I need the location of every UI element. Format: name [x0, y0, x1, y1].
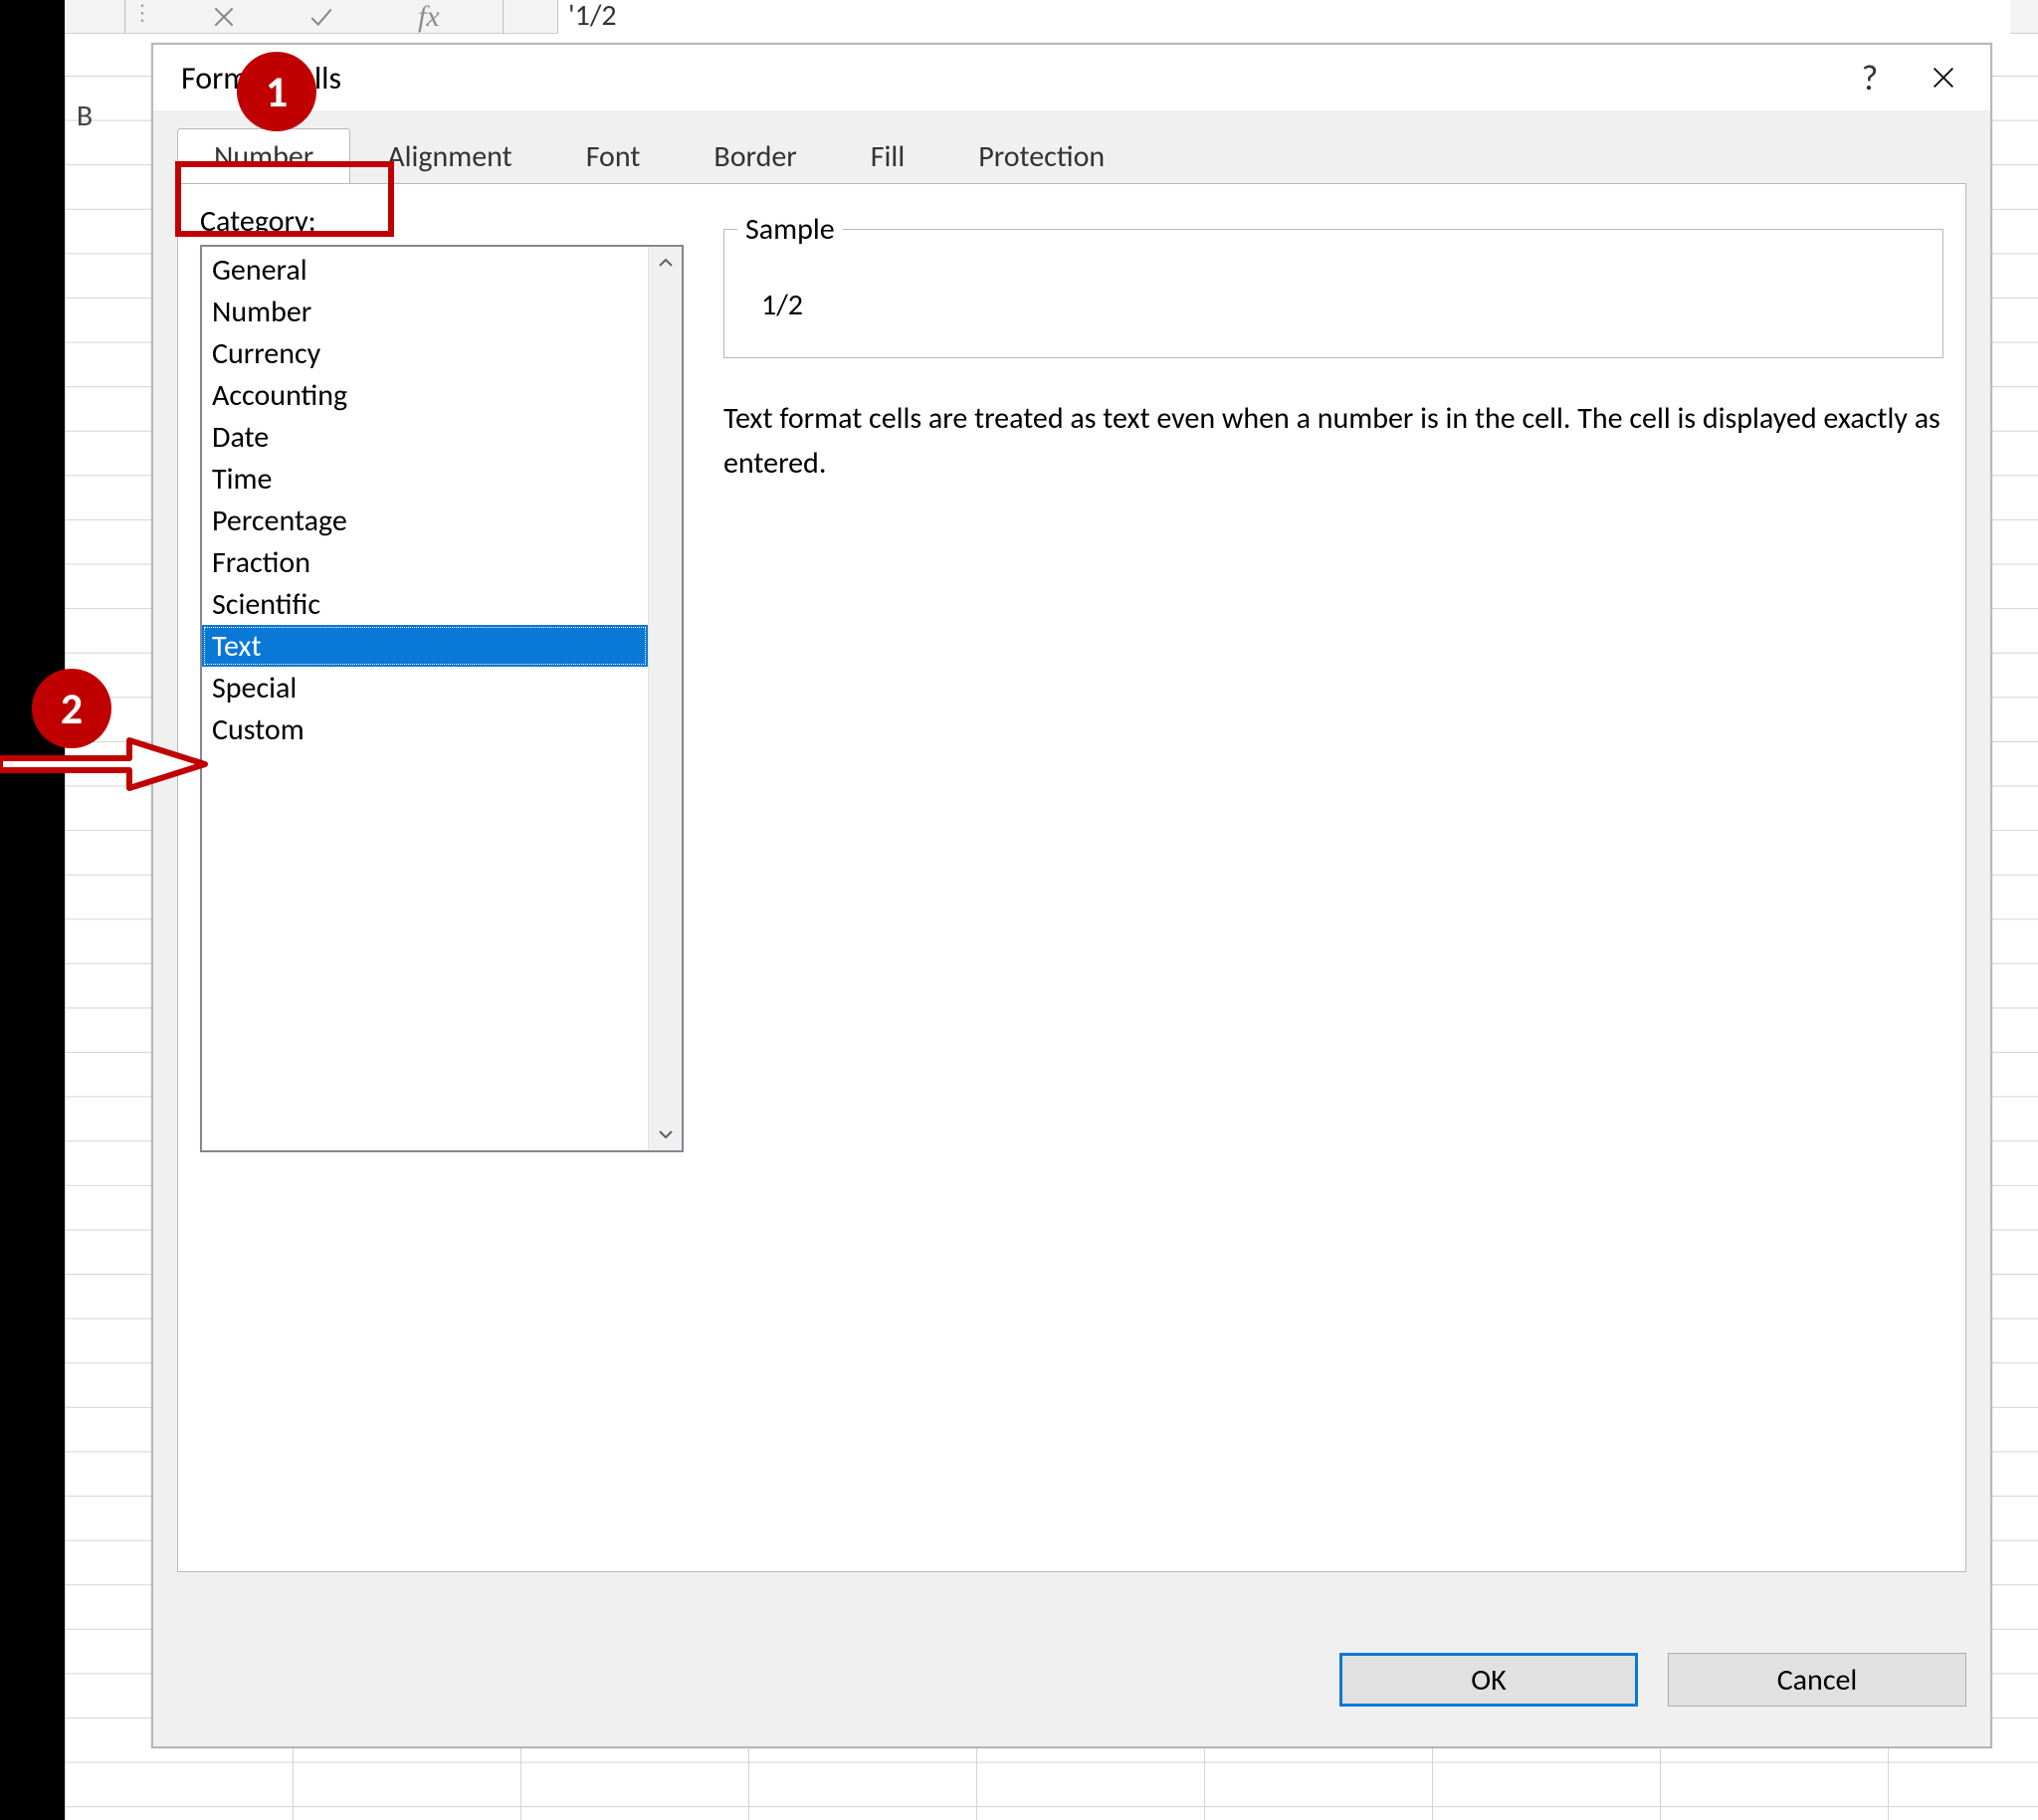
- tab-border[interactable]: Border: [677, 128, 833, 184]
- insert-function-button[interactable]: fx: [418, 0, 440, 34]
- dialog-title: Format Cells: [181, 59, 341, 98]
- category-description: Text format cells are treated as text ev…: [723, 396, 1943, 486]
- help-button[interactable]: ?: [1833, 48, 1907, 107]
- category-item-date[interactable]: Date: [202, 416, 648, 458]
- close-button[interactable]: [1907, 48, 1980, 107]
- category-label: Category:: [200, 203, 316, 240]
- cancel-button[interactable]: Cancel: [1668, 1653, 1966, 1707]
- sample-value: 1/2: [761, 287, 803, 323]
- category-item-percentage[interactable]: Percentage: [202, 500, 648, 541]
- sample-legend: Sample: [737, 211, 843, 248]
- tab-font[interactable]: Font: [549, 128, 678, 184]
- dialog-button-bar: OK Cancel: [153, 1637, 1990, 1746]
- listbox-scrollbar[interactable]: [648, 247, 682, 1150]
- category-item-custom[interactable]: Custom: [202, 708, 648, 750]
- dialog-tabs: Number Alignment Font Border Fill Protec…: [153, 119, 1990, 183]
- category-item-accounting[interactable]: Accounting: [202, 374, 648, 416]
- scroll-down-icon[interactable]: [649, 1118, 682, 1150]
- category-item-currency[interactable]: Currency: [202, 332, 648, 374]
- dialog-titlebar[interactable]: Format Cells ?: [153, 45, 1990, 110]
- divider: [503, 0, 504, 34]
- tab-fill[interactable]: Fill: [834, 128, 941, 184]
- format-cells-dialog: Format Cells ? Number Alignment Font Bor…: [151, 43, 1992, 1748]
- category-item-time[interactable]: Time: [202, 458, 648, 500]
- enter-checkmark-icon[interactable]: [297, 0, 346, 35]
- tab-protection[interactable]: Protection: [941, 128, 1141, 184]
- category-item-fraction[interactable]: Fraction: [202, 541, 648, 583]
- formula-bar-input[interactable]: '1/2: [557, 0, 2010, 34]
- scroll-up-icon[interactable]: [649, 247, 682, 279]
- category-item-special[interactable]: Special: [202, 667, 648, 708]
- category-item-text[interactable]: Text: [202, 625, 648, 667]
- ok-button[interactable]: OK: [1339, 1653, 1638, 1707]
- category-item-scientific[interactable]: Scientific: [202, 583, 648, 625]
- tab-number[interactable]: Number: [177, 128, 350, 184]
- category-item-number[interactable]: Number: [202, 291, 648, 332]
- sample-group: Sample 1/2: [723, 229, 1943, 358]
- cancel-entry-icon[interactable]: [199, 0, 249, 35]
- category-listbox[interactable]: General Number Currency Accounting Date …: [200, 245, 684, 1152]
- category-item-general[interactable]: General: [202, 249, 648, 291]
- divider: [124, 0, 125, 34]
- dialog-body: Category: General Number Currency Accoun…: [177, 183, 1966, 1572]
- tab-alignment[interactable]: Alignment: [350, 128, 548, 184]
- column-header[interactable]: B: [65, 96, 104, 135]
- drag-handle-icon: [131, 0, 143, 29]
